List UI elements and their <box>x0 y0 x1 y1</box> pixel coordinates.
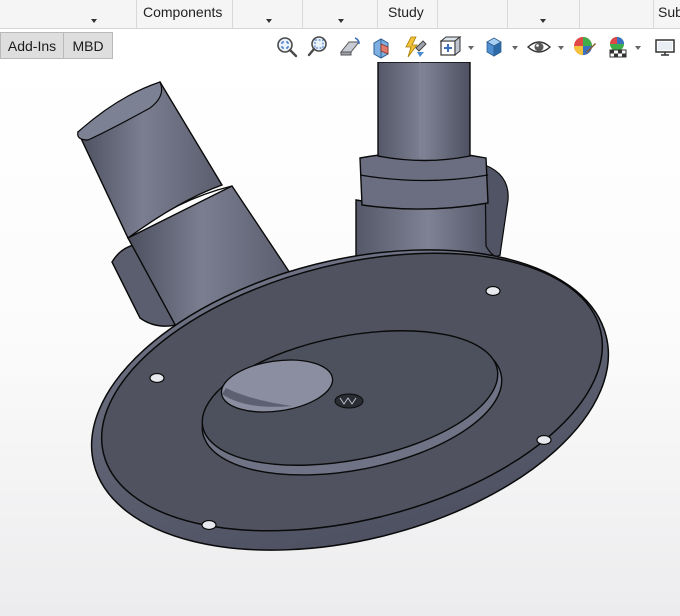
ribbon-command-truncated[interactable] <box>508 0 580 28</box>
chevron-down-icon[interactable] <box>512 46 518 50</box>
dynamic-annotation-views-icon[interactable] <box>402 34 428 60</box>
edit-appearance-icon[interactable] <box>571 34 597 60</box>
bolt-hole[interactable] <box>149 372 165 384</box>
view-settings-icon[interactable] <box>652 34 678 60</box>
cad-model[interactable] <box>0 62 680 616</box>
command-ribbon: Components Study Sub <box>0 0 680 29</box>
section-view-icon[interactable] <box>368 34 394 60</box>
graphics-viewport[interactable] <box>0 62 680 616</box>
heads-up-view-toolbar <box>0 34 680 62</box>
zoom-to-fit-icon[interactable] <box>274 34 300 60</box>
ribbon-command-truncated[interactable] <box>233 0 303 28</box>
bolt-hole[interactable] <box>536 434 552 446</box>
ribbon-command-truncated[interactable] <box>303 0 378 28</box>
ribbon-command-truncated[interactable] <box>438 0 508 28</box>
chevron-down-icon[interactable] <box>468 46 474 50</box>
right-tube[interactable] <box>355 62 509 266</box>
previous-view-icon[interactable] <box>337 34 363 60</box>
hide-show-items-icon[interactable] <box>526 34 552 60</box>
ribbon-command-sub[interactable]: Sub <box>654 0 680 28</box>
ribbon-command-components[interactable]: Components <box>137 0 233 28</box>
bolt-hole[interactable] <box>201 519 217 531</box>
ribbon-command-study[interactable]: Study <box>378 0 438 28</box>
ribbon-command-truncated[interactable] <box>0 0 137 28</box>
chevron-down-icon[interactable] <box>266 19 272 23</box>
zoom-to-area-icon[interactable] <box>306 34 332 60</box>
ribbon-command-truncated[interactable] <box>580 0 654 28</box>
center-hole[interactable] <box>334 393 364 409</box>
chevron-down-icon[interactable] <box>558 46 564 50</box>
display-style-icon[interactable] <box>481 34 507 60</box>
view-orientation-icon[interactable] <box>436 34 462 60</box>
chevron-down-icon[interactable] <box>635 46 641 50</box>
chevron-down-icon[interactable] <box>540 19 546 23</box>
chevron-down-icon[interactable] <box>338 19 344 23</box>
apply-scene-icon[interactable] <box>605 34 631 60</box>
bolt-hole[interactable] <box>485 285 501 297</box>
chevron-down-icon[interactable] <box>91 19 97 23</box>
